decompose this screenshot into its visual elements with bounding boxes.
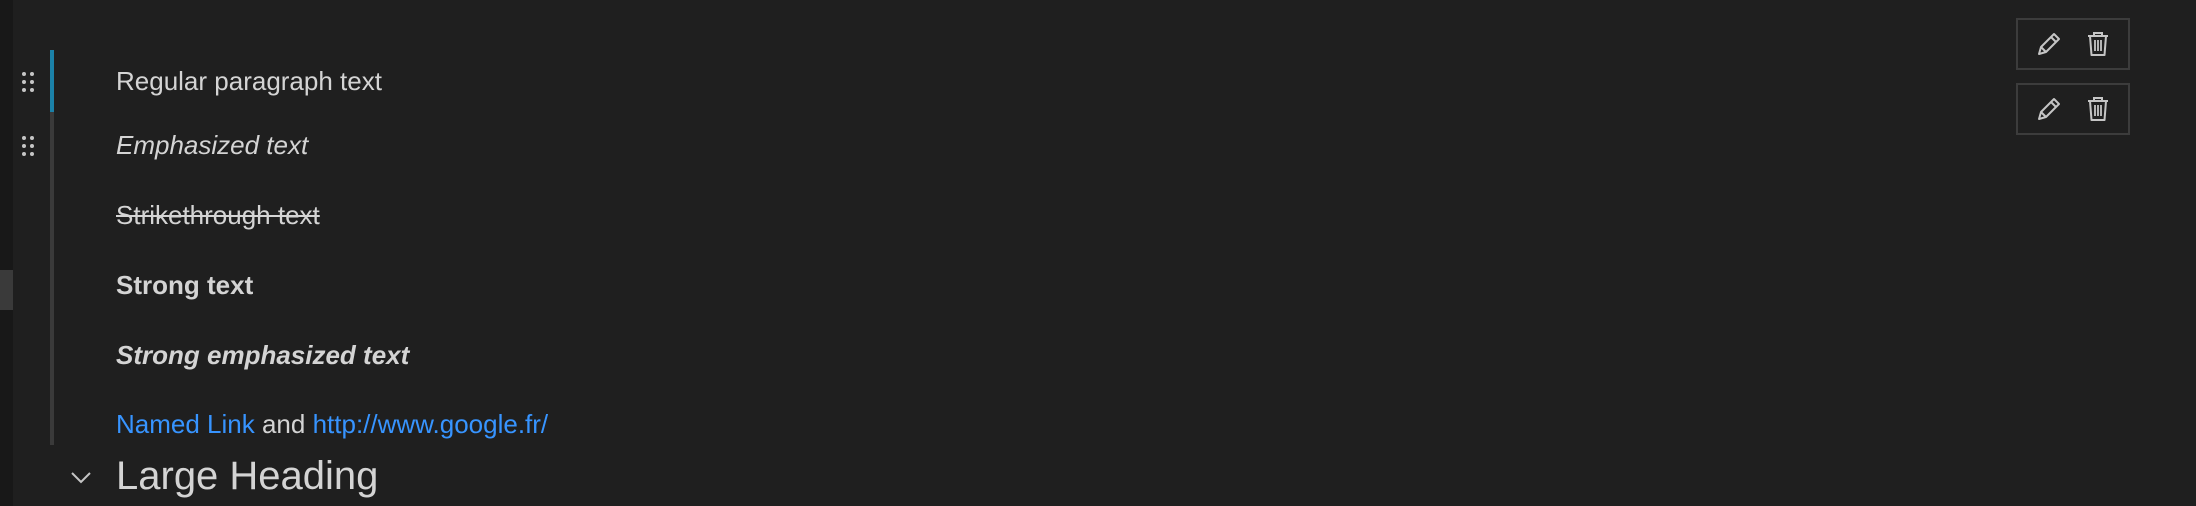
named-link[interactable]: Named Link bbox=[116, 409, 255, 439]
drag-handle-icon[interactable] bbox=[21, 134, 35, 158]
cell-toolbar bbox=[2016, 83, 2130, 135]
delete-button[interactable] bbox=[2078, 89, 2118, 129]
pencil-icon bbox=[2037, 98, 2060, 120]
edit-button[interactable] bbox=[2029, 24, 2069, 64]
trash-icon bbox=[2087, 32, 2108, 56]
notebook-editor: Regular paragraph text Emphasized text S… bbox=[0, 0, 2196, 506]
edit-button[interactable] bbox=[2029, 89, 2069, 129]
pencil-icon bbox=[2037, 33, 2060, 55]
drag-handle-icon[interactable] bbox=[21, 70, 35, 94]
links-line: Named Link and http://www.google.fr/ bbox=[116, 408, 548, 440]
trash-icon bbox=[2087, 97, 2108, 121]
url-link[interactable]: http://www.google.fr/ bbox=[313, 409, 549, 439]
strong-text: Strong text bbox=[116, 270, 254, 300]
large-heading: Large Heading bbox=[116, 454, 379, 498]
links-joiner: and bbox=[261, 409, 306, 439]
left-gutter bbox=[0, 0, 13, 506]
chevron-down-icon[interactable] bbox=[68, 464, 94, 490]
delete-button[interactable] bbox=[2078, 24, 2118, 64]
strong-emphasized-text: Strong emphasized text bbox=[116, 340, 410, 370]
strikethrough-text: Strikethrough text bbox=[116, 200, 320, 230]
cell-toolbar bbox=[2016, 18, 2130, 70]
regular-paragraph: Regular paragraph text bbox=[116, 66, 382, 96]
emphasized-text: Emphasized text bbox=[116, 130, 309, 160]
gutter-marker bbox=[0, 270, 13, 310]
cell-focus-indicator bbox=[50, 50, 54, 112]
